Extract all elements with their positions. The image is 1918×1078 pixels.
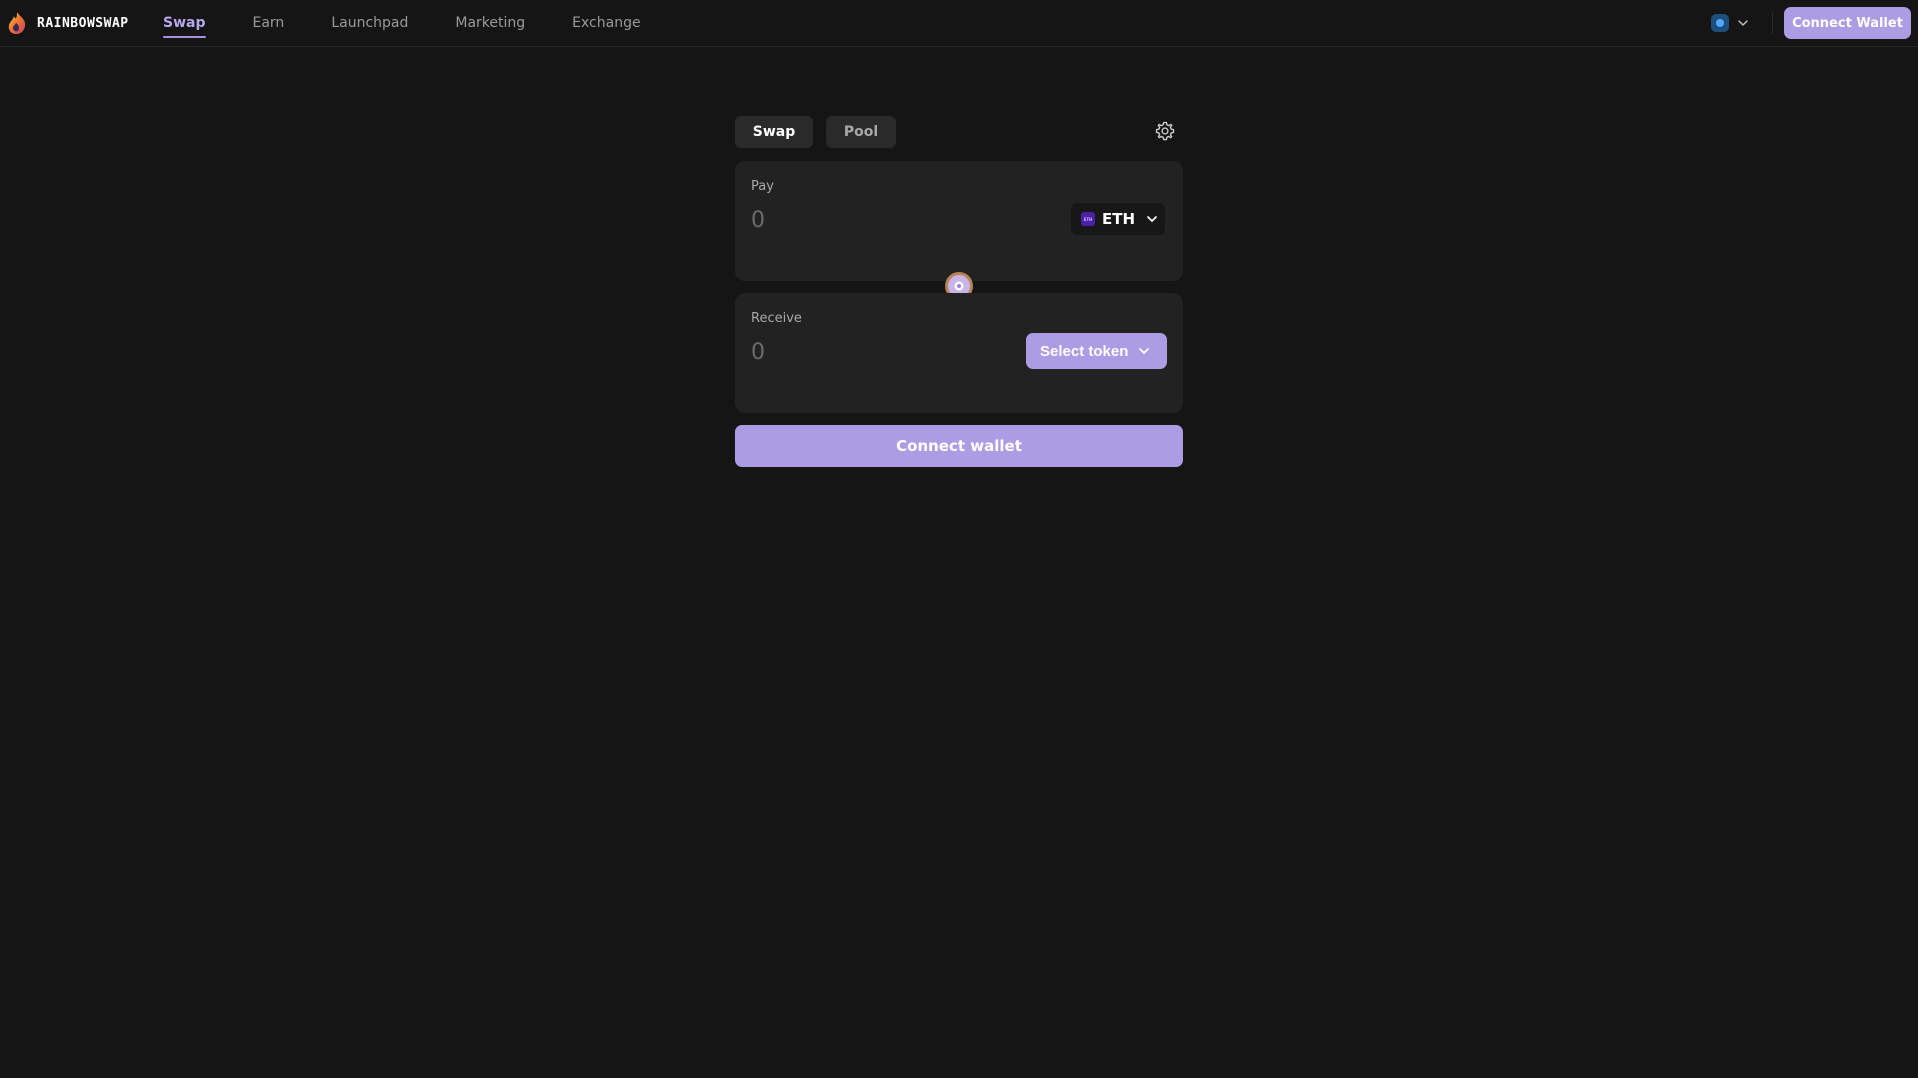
receive-panel: Receive Select token [735, 293, 1183, 413]
header-divider [1772, 12, 1773, 34]
swap-direction-icon [954, 281, 964, 291]
pay-amount-input[interactable] [751, 205, 1031, 235]
select-token-button[interactable]: Select token [1026, 333, 1167, 369]
network-chain-icon [1711, 14, 1729, 32]
settings-button[interactable] [1154, 120, 1176, 142]
chevron-down-icon [1147, 216, 1157, 222]
rainbow-flame-logo-icon [8, 12, 26, 34]
main-nav: Swap Earn Launchpad Marketing Exchange [163, 0, 641, 46]
nav-item-swap[interactable]: Swap [163, 0, 206, 46]
nav-item-earn[interactable]: Earn [253, 0, 285, 46]
connect-wallet-button[interactable]: Connect wallet [735, 425, 1183, 467]
pay-token-selector[interactable]: ETH ETH [1071, 203, 1165, 235]
chevron-down-icon [1139, 348, 1150, 354]
connect-wallet-header-button[interactable]: Connect Wallet [1784, 7, 1911, 39]
swap-pool-tabs: Swap Pool [735, 116, 896, 148]
gear-icon [1155, 121, 1175, 141]
tab-pool[interactable]: Pool [826, 116, 896, 148]
nav-item-exchange[interactable]: Exchange [572, 0, 640, 46]
pay-label: Pay [751, 179, 774, 194]
pay-token-symbol: ETH [1102, 210, 1136, 228]
nav-item-marketing[interactable]: Marketing [455, 0, 525, 46]
chain-selector[interactable] [1711, 12, 1749, 34]
receive-amount-input[interactable] [751, 337, 1031, 367]
eth-token-icon: ETH [1081, 212, 1095, 226]
tab-swap[interactable]: Swap [735, 116, 813, 148]
brand-name: RAINBOWSWAP [37, 15, 129, 31]
brand-logo[interactable]: RAINBOWSWAP [6, 11, 129, 35]
receive-label: Receive [751, 311, 802, 326]
pay-panel: Pay ETH ETH [735, 161, 1183, 281]
top-header: RAINBOWSWAP Swap Earn Launchpad Marketin… [0, 0, 1918, 47]
nav-item-launchpad[interactable]: Launchpad [331, 0, 408, 46]
chevron-down-icon [1738, 20, 1748, 26]
select-token-label: Select token [1040, 342, 1129, 360]
